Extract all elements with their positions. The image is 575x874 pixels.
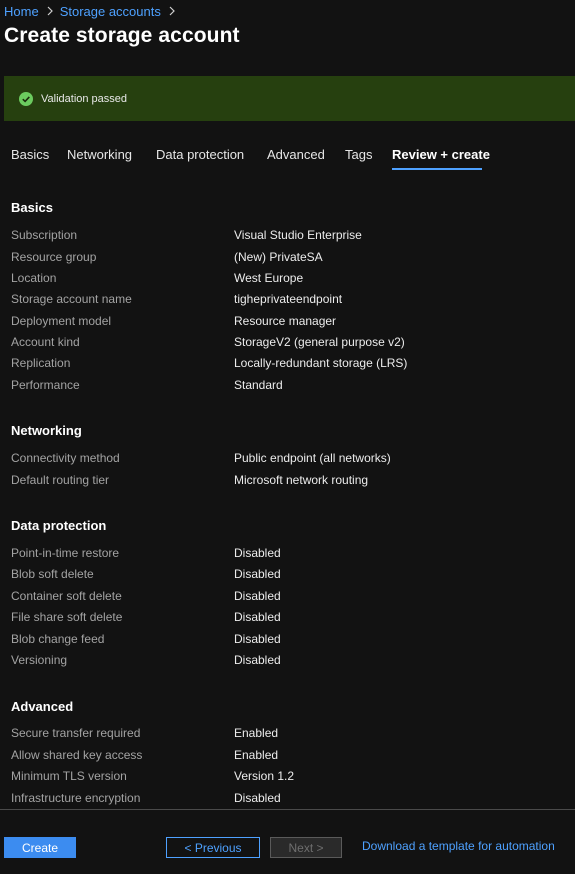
validation-banner: Validation passed [4, 76, 575, 121]
breadcrumb: Home Storage accounts [4, 2, 182, 20]
breadcrumb-storage-accounts-link[interactable]: Storage accounts [60, 4, 161, 19]
row-value-storage-account-name: tigheprivateendpoint [234, 292, 343, 306]
row-value-connectivity-method: Public endpoint (all networks) [234, 451, 391, 465]
page-title: Create storage account [4, 24, 240, 47]
row-label-file-share-soft-delete: File share soft delete [11, 610, 123, 624]
row-value-versioning: Disabled [234, 653, 281, 667]
active-tab-indicator [392, 168, 482, 170]
tab-data-protection[interactable]: Data protection [156, 147, 244, 162]
row-value-subscription: Visual Studio Enterprise [234, 228, 362, 242]
previous-button[interactable]: < Previous [166, 837, 260, 858]
row-label-blob-soft-delete: Blob soft delete [11, 567, 94, 581]
section-title-networking: Networking [11, 423, 82, 438]
row-value-account-kind: StorageV2 (general purpose v2) [234, 335, 405, 349]
chevron-right-icon [43, 4, 57, 18]
row-label-container-soft-delete: Container soft delete [11, 589, 122, 603]
row-value-location: West Europe [234, 271, 304, 285]
row-label-subscription: Subscription [11, 228, 78, 242]
tab-review-create[interactable]: Review + create [392, 147, 490, 162]
row-label-account-kind: Account kind [11, 335, 80, 349]
row-value-performance: Standard [234, 378, 283, 392]
row-label-versioning: Versioning [11, 653, 68, 667]
row-label-secure-transfer-required: Secure transfer required [11, 726, 141, 740]
row-label-deployment-model: Deployment model [11, 314, 112, 328]
validation-message: Validation passed [41, 92, 128, 105]
row-value-file-share-soft-delete: Disabled [234, 610, 281, 624]
breadcrumb-home-link[interactable]: Home [4, 4, 39, 19]
chevron-right-icon [165, 4, 179, 18]
row-label-resource-group: Resource group [11, 250, 97, 264]
row-value-blob-soft-delete: Disabled [234, 567, 281, 581]
tab-basics[interactable]: Basics [11, 147, 49, 162]
section-title-advanced: Advanced [11, 699, 74, 714]
row-label-infrastructure-encryption: Infrastructure encryption [11, 791, 141, 805]
download-template-link[interactable]: Download a template for automation [362, 839, 555, 853]
row-value-allow-shared-key-access: Enabled [234, 748, 279, 762]
row-label-point-in-time-restore: Point-in-time restore [11, 546, 120, 560]
create-button[interactable]: Create [4, 837, 76, 858]
row-value-secure-transfer-required: Enabled [234, 726, 279, 740]
row-value-container-soft-delete: Disabled [234, 589, 281, 603]
row-label-storage-account-name: Storage account name [11, 292, 132, 306]
row-value-infrastructure-encryption: Disabled [234, 791, 281, 805]
row-label-blob-change-feed: Blob change feed [11, 632, 105, 646]
row-value-blob-change-feed: Disabled [234, 632, 281, 646]
row-value-point-in-time-restore: Disabled [234, 546, 281, 560]
tab-advanced[interactable]: Advanced [267, 147, 325, 162]
row-label-replication: Replication [11, 356, 71, 370]
row-value-default-routing-tier: Microsoft network routing [234, 473, 369, 487]
row-label-default-routing-tier: Default routing tier [11, 473, 110, 487]
row-value-deployment-model: Resource manager [234, 314, 337, 328]
row-label-performance: Performance [11, 378, 80, 392]
row-label-connectivity-method: Connectivity method [11, 451, 120, 465]
row-label-location: Location [11, 271, 57, 285]
row-value-minimum-tls-version: Version 1.2 [234, 769, 295, 783]
section-title-data-protection: Data protection [11, 518, 107, 533]
row-label-allow-shared-key-access: Allow shared key access [11, 748, 143, 762]
footer-divider [0, 809, 575, 810]
tab-networking[interactable]: Networking [67, 147, 132, 162]
row-value-replication: Locally-redundant storage (LRS) [234, 356, 408, 370]
section-title-basics: Basics [11, 200, 53, 215]
success-check-icon [19, 91, 33, 106]
row-value-resource-group: (New) PrivateSA [234, 250, 323, 264]
row-label-minimum-tls-version: Minimum TLS version [11, 769, 127, 783]
next-button[interactable]: Next > [270, 837, 342, 858]
tab-tags[interactable]: Tags [345, 147, 372, 162]
wizard-tabs: Basics Networking Data protection Advanc… [0, 143, 575, 173]
